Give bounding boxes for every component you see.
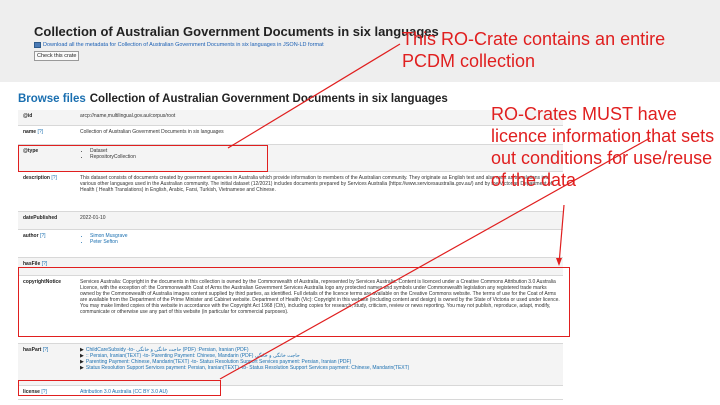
check-crate-button[interactable]: Check this crate <box>34 51 80 61</box>
row-value: 2022-01-10 <box>80 215 106 221</box>
row-name: name [?] Collection of Australian Govern… <box>18 126 563 145</box>
license-highlight-box <box>18 380 221 396</box>
type-highlight-box <box>18 145 268 172</box>
row-value: Simon Musgrave Peter Sefton <box>78 230 563 257</box>
author-link[interactable]: Peter Sefton <box>90 239 561 245</box>
help-link[interactable]: [?] <box>43 347 49 353</box>
download-link-text[interactable]: Download all the metadata for Collection… <box>43 42 324 48</box>
list-item[interactable]: ▶ Status Resolution Support Services paym… <box>80 365 561 371</box>
help-link[interactable]: [?] <box>37 129 43 135</box>
triangle-right-icon: ▶ <box>80 365 84 371</box>
row-key: description [?] <box>23 175 57 181</box>
row-key: author [?] <box>23 233 46 239</box>
row-key: name [?] <box>23 129 44 135</box>
crate-title: Collection of Australian Government Docu… <box>34 24 439 39</box>
copyright-highlight-box <box>18 267 570 337</box>
row-description: description [?] This dataset consists of… <box>18 172 563 212</box>
row-id: @id arcp://name,multilingual.gov.au/corp… <box>18 110 563 126</box>
browse-title: Collection of Australian Government Docu… <box>89 93 448 105</box>
help-link[interactable]: [?] <box>51 175 57 181</box>
help-link[interactable]: [?] <box>40 233 46 239</box>
row-key: datePublished <box>23 215 58 221</box>
row-key: hasPart [?] <box>23 347 49 353</box>
licence-callout: RO-Crates MUST have licence information … <box>491 104 715 190</box>
download-icon <box>34 42 41 48</box>
download-metadata-link[interactable]: Download all the metadata for Collection… <box>34 42 324 48</box>
browse-heading: Browse files Collection of Australian Go… <box>18 93 448 105</box>
row-author: author [?] Simon Musgrave Peter Sefton <box>18 230 563 258</box>
row-date-published: datePublished 2022-01-10 <box>18 212 563 230</box>
browse-files-link[interactable]: Browse files <box>18 93 86 105</box>
row-key: @id <box>23 113 33 119</box>
crate-callout: This RO-Crate contains an entire PCDM co… <box>402 29 666 71</box>
row-value: ▶ ChildCareSubsidy -to- حاجت خانگی و خانگ… <box>78 344 563 385</box>
